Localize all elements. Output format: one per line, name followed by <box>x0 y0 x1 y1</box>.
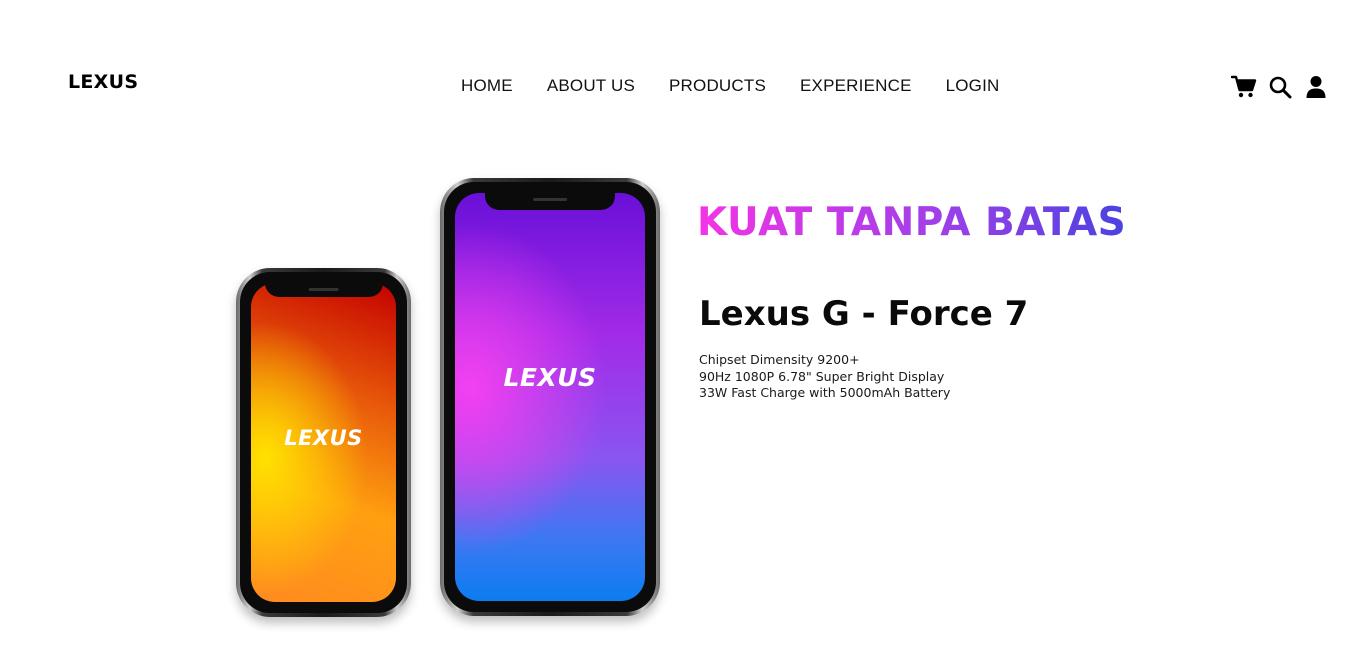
nav-products[interactable]: PRODUCTS <box>669 76 766 96</box>
spec-item: 33W Fast Charge with 5000mAh Battery <box>699 385 951 400</box>
spec-item: Chipset Dimensity 9200+ <box>699 352 860 367</box>
product-specs: Chipset Dimensity 9200+ 90Hz 1080P 6.78"… <box>699 352 950 402</box>
product-name: Lexus G - Force 7 <box>699 294 1029 334</box>
spec-item: 90Hz 1080P 6.78" Super Bright Display <box>699 368 945 384</box>
phone-image-large: LEXUS <box>440 178 660 616</box>
phone-screen-orange: LEXUS <box>251 283 396 602</box>
nav-login[interactable]: LOGIN <box>946 76 1000 96</box>
nav-about-us[interactable]: ABOUT US <box>547 76 635 96</box>
phone-notch <box>485 193 615 210</box>
phone-screen-logo: LEXUS <box>503 362 597 392</box>
search-icon[interactable] <box>1267 74 1293 100</box>
nav-home[interactable]: HOME <box>461 76 513 96</box>
cart-icon[interactable] <box>1231 74 1257 100</box>
page: LEXUS HOME ABOUT US PRODUCTS EXPERIENCE … <box>0 0 1345 649</box>
phone-screen-purple: LEXUS <box>455 193 645 601</box>
hero-headline: KUAT TANPA BATAS <box>697 197 1126 249</box>
user-icon[interactable] <box>1303 74 1329 100</box>
phone-screen-logo: LEXUS <box>284 425 363 450</box>
brand-logo[interactable]: LEXUS <box>68 71 138 93</box>
phone-image-small: LEXUS <box>236 268 411 617</box>
phone-bezel: LEXUS <box>240 272 407 613</box>
phone-notch <box>264 283 383 297</box>
phone-bezel: LEXUS <box>444 182 656 612</box>
nav-experience[interactable]: EXPERIENCE <box>800 76 912 96</box>
header-icons <box>1231 74 1329 100</box>
main-nav: HOME ABOUT US PRODUCTS EXPERIENCE LOGIN <box>461 76 1000 96</box>
